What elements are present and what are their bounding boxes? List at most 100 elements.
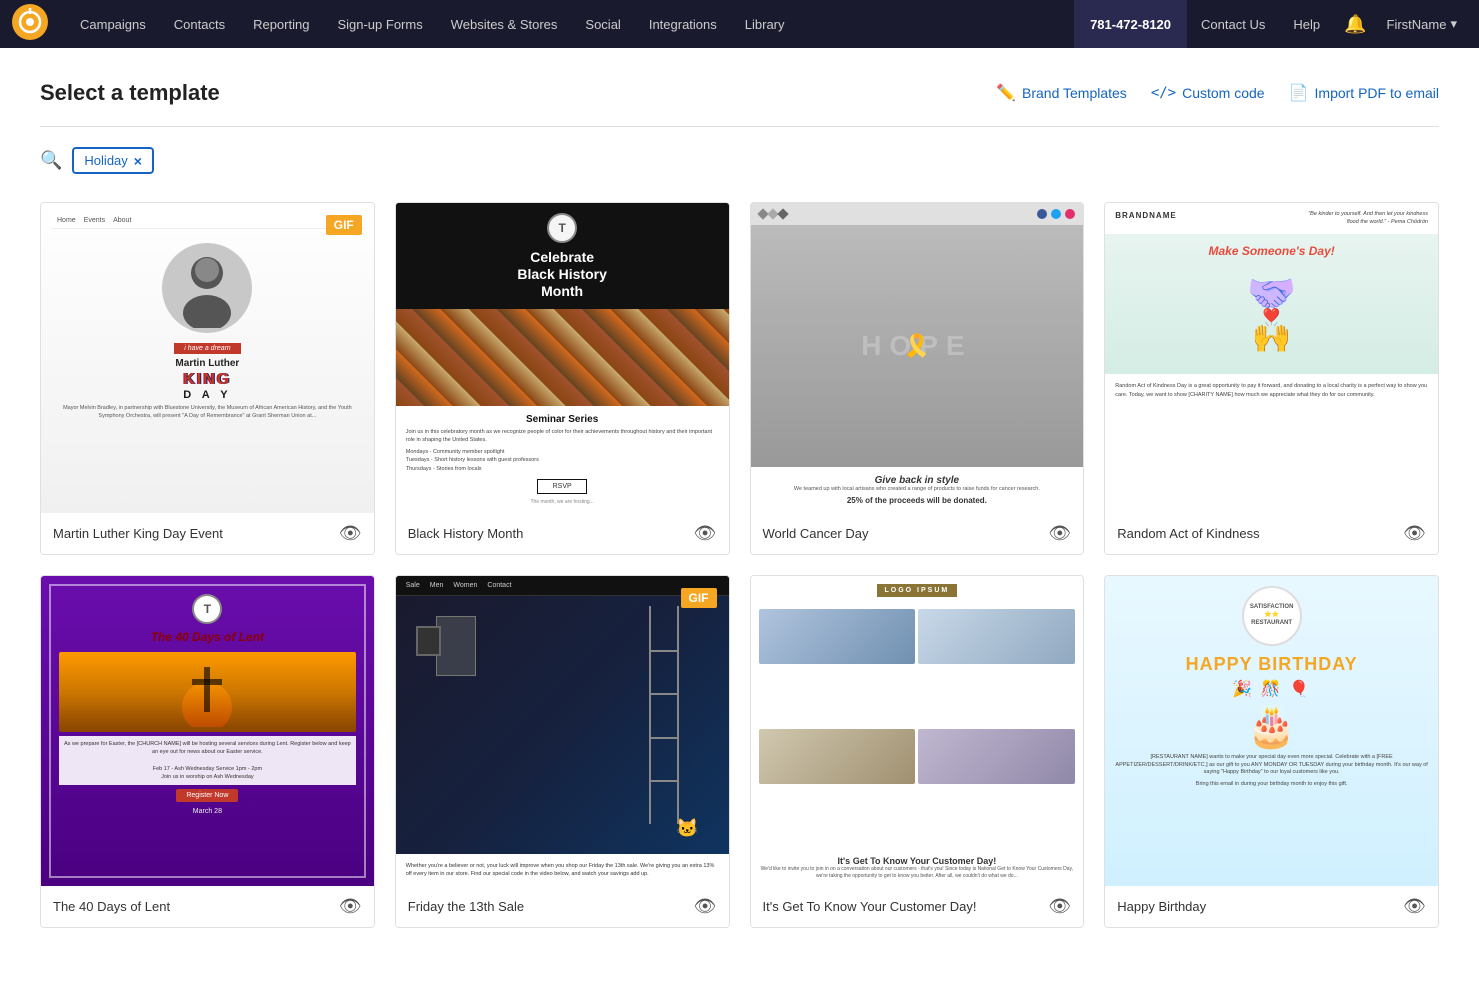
pencil-icon: ✏️ [996,83,1016,103]
preview-icon-bday[interactable]: 👁 [1403,896,1426,917]
wcd-bottom: Give back in style We teamed up with loc… [751,467,1084,513]
filter-tag-close-button[interactable]: × [134,154,142,168]
lent-border: T The 40 Days of Lent [49,584,366,878]
navbar: Campaigns Contacts Reporting Sign-up For… [0,0,1479,48]
nav-contacts[interactable]: Contacts [160,0,239,48]
nav-library[interactable]: Library [731,0,799,48]
nav-bell-icon[interactable]: 🔔 [1334,0,1376,48]
preview-icon-mlk[interactable]: 👁 [339,523,362,544]
template-footer-rak: Random Act of Kindness 👁 [1105,513,1438,554]
header-row: Select a template ✏️ Brand Templates </>… [40,80,1439,106]
preview-icon-dark-gif[interactable]: 👁 [694,896,717,917]
template-name-bhm: Black History Month [408,526,524,541]
brand-templates-label: Brand Templates [1022,85,1127,101]
template-footer-dark-gif: Friday the 13th Sale 👁 [396,886,729,927]
template-card-bday[interactable]: SATISFACTION⭐⭐RESTAURANT HAPPY BIRTHDAY … [1104,575,1439,928]
preview-icon-wcd[interactable]: 👁 [1048,523,1071,544]
template-thumbnail-lent: T The 40 Days of Lent [41,576,374,886]
template-name-kyc: It's Get To Know Your Customer Day! [763,899,977,914]
bday-decorations: 🎉 🎊 🎈 [1232,679,1311,699]
code-icon: </> [1151,85,1176,101]
mlk-portrait [162,243,252,333]
chevron-down-icon: ▾ [1450,16,1457,32]
bday-cake: 🎂 [1247,703,1297,750]
main-content: Select a template ✏️ Brand Templates </>… [0,48,1479,1005]
rak-body: Random Act of Kindness Day is a great op… [1105,374,1438,513]
mlk-banner: i have a dream [174,343,240,354]
lent-text: As we prepare for Easter, the [CHURCH NA… [59,736,356,785]
wcd-logo [759,210,787,218]
divider [40,126,1439,127]
template-name-lent: The 40 Days of Lent [53,899,170,914]
dark-nav: SaleMenWomenContact [396,576,729,596]
template-name-mlk: Martin Luther King Day Event [53,526,223,541]
bday-title: HAPPY BIRTHDAY [1186,654,1358,675]
kyc-grid [751,605,1084,850]
template-thumbnail-dark-gif: GIF SaleMenWomenContact [396,576,729,886]
nav-social[interactable]: Social [571,0,634,48]
dark-bottom: Whether you're a believer or not, your l… [396,854,729,887]
preview-icon-lent[interactable]: 👁 [339,896,362,917]
phone-number: 781-472-8120 [1074,0,1187,48]
gif-badge-mlk: GIF [326,215,362,235]
template-card-kyc[interactable]: LOGO IPSUM It's Get To Know Your Custome… [750,575,1085,928]
nav-user[interactable]: FirstName ▾ [1377,0,1467,48]
template-name-bday: Happy Birthday [1117,899,1206,914]
pdf-icon: 📄 [1289,83,1309,103]
template-thumbnail-mlk: GIF HomeEventsAbout i have a dream [41,203,374,513]
nav-links: Campaigns Contacts Reporting Sign-up For… [66,0,1074,48]
template-thumbnail-kyc: LOGO IPSUM It's Get To Know Your Custome… [751,576,1084,886]
template-card-bhm[interactable]: T CelebrateBlack HistoryMonth Seminar Se… [395,202,730,555]
template-name-wcd: World Cancer Day [763,526,869,541]
page-title: Select a template [40,80,220,106]
lent-image [59,652,356,732]
wcd-top [751,203,1084,225]
wcd-hope-image: HOPE 🎗️ [751,225,1084,467]
template-footer-kyc: It's Get To Know Your Customer Day! 👁 [751,886,1084,927]
nav-reporting[interactable]: Reporting [239,0,323,48]
template-card-wcd[interactable]: HOPE 🎗️ Give back in style We teamed up … [750,202,1085,555]
bhm-content: Seminar Series Join us in this celebrato… [396,406,729,513]
rak-top: BRANDNAME "Be kinder to yourself. And th… [1105,203,1438,234]
gif-badge-dark: GIF [681,588,717,608]
template-card-lent[interactable]: T The 40 Days of Lent [40,575,375,928]
header-actions: ✏️ Brand Templates </> Custom code 📄 Imp… [996,83,1439,103]
nav-campaigns[interactable]: Campaigns [66,0,160,48]
wcd-social-icons [1037,209,1075,219]
dark-image: 🐱 [396,596,729,854]
template-thumbnail-rak: BRANDNAME "Be kinder to yourself. And th… [1105,203,1438,513]
template-card-mlk[interactable]: GIF HomeEventsAbout i have a dream [40,202,375,555]
rak-image: Make Someone's Day! 🤝 🙌 ❤️ [1105,234,1438,374]
preview-icon-rak[interactable]: 👁 [1403,523,1426,544]
nav-contact-us[interactable]: Contact Us [1187,0,1279,48]
mlk-day: D A Y [183,389,231,401]
preview-icon-bhm[interactable]: 👁 [694,523,717,544]
nav-websites-stores[interactable]: Websites & Stores [437,0,572,48]
kyc-bottom: It's Get To Know Your Customer Day! We'd… [751,850,1084,886]
template-footer-wcd: World Cancer Day 👁 [751,513,1084,554]
mlk-desc: Mayor Melvin Bradley, in partnership wit… [51,401,364,424]
logo[interactable] [12,4,56,45]
template-footer-bhm: Black History Month 👁 [396,513,729,554]
template-thumbnail-bday: SATISFACTION⭐⭐RESTAURANT HAPPY BIRTHDAY … [1105,576,1438,886]
import-pdf-button[interactable]: 📄 Import PDF to email [1289,83,1439,103]
preview-icon-kyc[interactable]: 👁 [1048,896,1071,917]
search-row: 🔍 Holiday × [40,147,1439,174]
nav-signup-forms[interactable]: Sign-up Forms [323,0,436,48]
holiday-filter-tag[interactable]: Holiday × [72,147,154,174]
mlk-king: KING [183,371,231,389]
nav-integrations[interactable]: Integrations [635,0,731,48]
bhm-header: T CelebrateBlack HistoryMonth [396,203,729,309]
filter-tag-label: Holiday [84,153,127,168]
template-card-dark-gif[interactable]: GIF SaleMenWomenContact [395,575,730,928]
template-card-rak[interactable]: BRANDNAME "Be kinder to yourself. And th… [1104,202,1439,555]
template-thumbnail-bhm: T CelebrateBlack HistoryMonth Seminar Se… [396,203,729,513]
brand-templates-button[interactable]: ✏️ Brand Templates [996,83,1127,103]
lent-register-btn[interactable]: Register Now [176,789,238,802]
nav-help[interactable]: Help [1279,0,1334,48]
bday-text: [RESTAURANT NAME] wants to make your spe… [1105,754,1438,781]
custom-code-label: Custom code [1182,85,1264,101]
import-pdf-label: Import PDF to email [1315,85,1439,101]
search-icon: 🔍 [40,150,62,171]
custom-code-button[interactable]: </> Custom code [1151,85,1265,101]
